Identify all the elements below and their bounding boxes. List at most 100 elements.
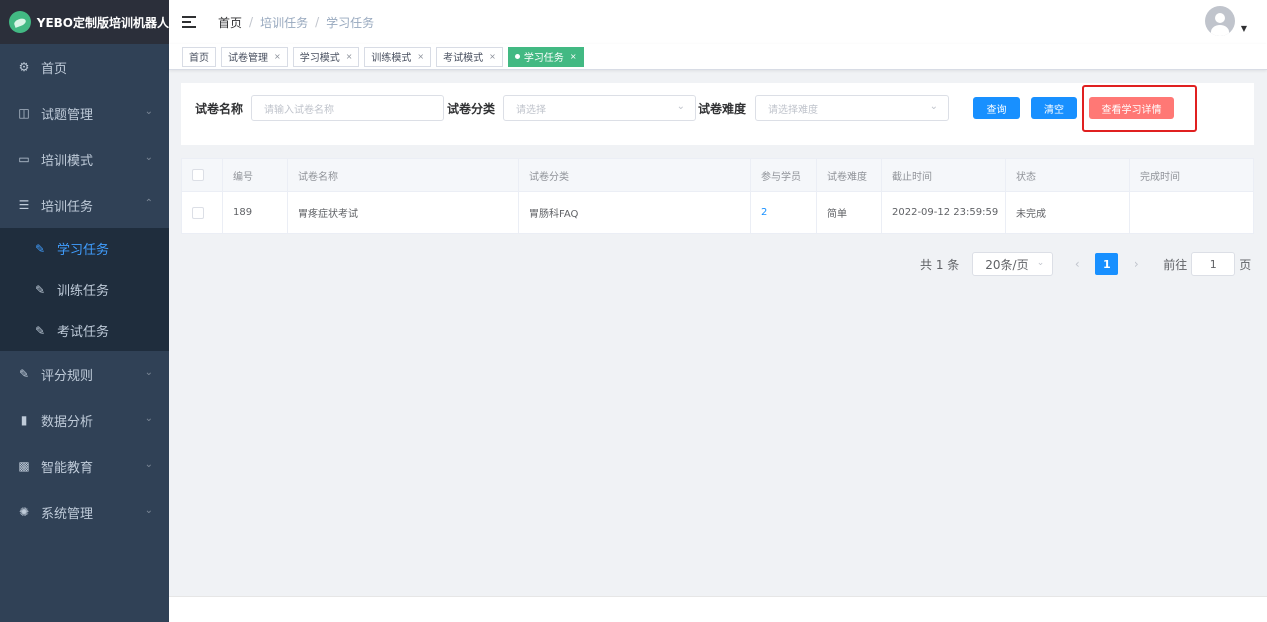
- column-header: 试卷分类: [519, 159, 751, 191]
- tag-paper-management[interactable]: 试卷管理 ×: [221, 46, 288, 67]
- tag-exam-mode[interactable]: 考试模式 ×: [436, 46, 503, 67]
- goto-page-input[interactable]: 1: [1191, 252, 1236, 276]
- book-icon: ◫: [18, 106, 30, 120]
- tag-label: 考试模式: [443, 53, 484, 64]
- sidebar-item-study-task[interactable]: ✎ 学习任务: [0, 228, 169, 269]
- hamburger-icon[interactable]: [182, 16, 196, 28]
- goto-label: 前往: [1163, 257, 1188, 272]
- select-all-checkbox[interactable]: [192, 169, 204, 181]
- close-icon[interactable]: ×: [570, 52, 577, 61]
- tag-label: 训练模式: [371, 53, 412, 64]
- cell-category: 胃肠科FAQ: [519, 192, 751, 233]
- sidebar-item-scoring-rules[interactable]: ✎ 评分规则 ⌄: [0, 351, 169, 397]
- close-icon[interactable]: ×: [417, 52, 424, 61]
- caret-down-icon[interactable]: ▼: [1241, 24, 1247, 33]
- paper-difficulty-placeholder: 请选择难度: [768, 104, 818, 116]
- close-icon[interactable]: ×: [346, 52, 353, 61]
- sidebar-item-label: 系统管理: [41, 506, 94, 522]
- breadcrumb-training-task[interactable]: 培训任务: [260, 14, 308, 31]
- breadcrumb-study-task: 学习任务: [326, 15, 375, 30]
- chevron-down-icon: ⌄: [144, 505, 153, 516]
- chevron-up-icon: ⌃: [144, 198, 153, 209]
- query-button[interactable]: 查询: [973, 97, 1020, 119]
- sidebar-item-practice-task[interactable]: ✎ 训练任务: [0, 269, 169, 310]
- table-row[interactable]: 189 胃疼症状考试 胃肠科FAQ 2 简单 2022-09-12 23:59:…: [182, 192, 1253, 233]
- sidebar-item-label: 智能教育: [41, 460, 94, 476]
- close-icon[interactable]: ×: [274, 52, 281, 61]
- sidebar-item-training-mode[interactable]: ▭ 培训模式 ⌄: [0, 136, 169, 182]
- app-logo[interactable]: YEBO定制版培训机器人: [0, 0, 169, 44]
- column-header: 试卷名称: [288, 159, 519, 191]
- monitor-icon: ▭: [18, 152, 30, 166]
- paper-category-label: 试卷分类: [447, 102, 496, 116]
- tag-home[interactable]: 首页: [182, 46, 216, 67]
- chevron-down-icon: ⌄: [144, 459, 153, 470]
- edit-icon: ✎: [18, 367, 30, 381]
- edit-icon: ✎: [34, 282, 46, 297]
- paper-category-select[interactable]: 请选择 ⌄: [503, 95, 696, 121]
- column-header: 试卷难度: [817, 159, 882, 191]
- sidebar-item-system-management[interactable]: ✺ 系统管理 ⌄: [0, 489, 169, 535]
- paper-name-placeholder: 请输入试卷名称: [264, 104, 334, 116]
- sidebar-item-label: 数据分析: [41, 414, 94, 430]
- sidebar-item-label: 培训任务: [41, 199, 94, 215]
- sidebar-item-data-analysis[interactable]: ▮ 数据分析 ⌄: [0, 397, 169, 443]
- prev-page-icon[interactable]: ‹: [1069, 257, 1085, 271]
- sidebar-item-question-management[interactable]: ◫ 试题管理 ⌄: [0, 90, 169, 136]
- page-number-current[interactable]: 1: [1095, 253, 1119, 275]
- sidebar-item-label: 学习任务: [57, 243, 110, 258]
- breadcrumb-home[interactable]: 首页: [218, 14, 242, 31]
- breadcrumb-separator: /: [249, 15, 254, 29]
- chevron-down-icon: ⌄: [144, 106, 153, 117]
- sidebar-item-exam-task[interactable]: ✎ 考试任务: [0, 310, 169, 351]
- paper-category-placeholder: 请选择: [516, 104, 546, 116]
- dashboard-icon: ⚙: [18, 60, 30, 74]
- sidebar-item-label: 训练任务: [57, 284, 110, 299]
- breadcrumb: 首页 / 培训任务 / 学习任务: [218, 14, 374, 31]
- tag-label: 首页: [189, 53, 209, 64]
- page-size-select[interactable]: 20条/页 ⌄: [972, 252, 1054, 276]
- sidebar-item-smart-education[interactable]: ▩ 智能教育 ⌄: [0, 443, 169, 489]
- column-header: 状态: [1006, 159, 1130, 191]
- cell-id: 189: [223, 192, 288, 233]
- tag-label: 学习模式: [299, 53, 340, 64]
- select-all-cell: [182, 159, 223, 191]
- tag-study-mode[interactable]: 学习模式 ×: [292, 46, 360, 67]
- sidebar-item-label: 培训模式: [41, 153, 94, 169]
- edit-icon: ✎: [34, 241, 46, 256]
- tag-study-task[interactable]: 学习任务 ×: [507, 46, 584, 67]
- next-page-icon[interactable]: ›: [1128, 257, 1144, 271]
- active-dot-icon: [514, 54, 520, 59]
- sidebar-item-label: 试题管理: [41, 107, 94, 123]
- user-avatar-icon[interactable]: [1205, 6, 1235, 36]
- row-select-cell: [182, 192, 223, 233]
- paper-name-label: 试卷名称: [195, 102, 244, 116]
- edit-icon: ✎: [34, 323, 46, 338]
- sidebar: YEBO定制版培训机器人 ⚙ 首页 ◫ 试题管理 ⌄ ▭ 培训模式 ⌄ ☰ 培训…: [0, 0, 169, 622]
- cell-deadline: 2022-09-12 23:59:59: [882, 192, 1006, 233]
- sidebar-item-training-task[interactable]: ☰ 培训任务 ⌃: [0, 182, 169, 228]
- tag-label: 学习任务: [523, 53, 564, 64]
- sidebar-item-label: 首页: [41, 61, 68, 77]
- task-table: 编号 试卷名称 试卷分类 参与学员 试卷难度 截止时间 状态 完成时间 189 …: [181, 158, 1254, 234]
- footer: [169, 596, 1267, 622]
- sidebar-item-label: 考试任务: [57, 325, 110, 340]
- page-unit-label: 页: [1239, 257, 1252, 272]
- tags-view: 首页 试卷管理 × 学习模式 × 训练模式 × 考试模式 × 学习任务 ×: [169, 44, 1267, 70]
- sidebar-item-home[interactable]: ⚙ 首页: [0, 44, 169, 90]
- cell-status: 未完成: [1006, 192, 1130, 233]
- settings-icon: ✺: [18, 505, 30, 519]
- column-header: 完成时间: [1140, 171, 1180, 183]
- app-title: YEBO定制版培训机器人: [36, 15, 169, 30]
- close-icon[interactable]: ×: [489, 52, 496, 61]
- paper-difficulty-select[interactable]: 请选择难度 ⌄: [755, 95, 949, 121]
- row-checkbox[interactable]: [192, 206, 204, 219]
- tag-practice-mode[interactable]: 训练模式 ×: [364, 46, 432, 67]
- pagination-total: 共 1 条: [920, 257, 960, 272]
- paper-name-input[interactable]: 请输入试卷名称: [251, 95, 444, 121]
- clear-button[interactable]: 清空: [1031, 97, 1077, 119]
- tag-label: 试卷管理: [228, 53, 268, 64]
- breadcrumb-separator: /: [315, 15, 320, 29]
- cell-participants-link[interactable]: 2: [751, 192, 817, 233]
- highlight-annotation-box: [1082, 85, 1197, 132]
